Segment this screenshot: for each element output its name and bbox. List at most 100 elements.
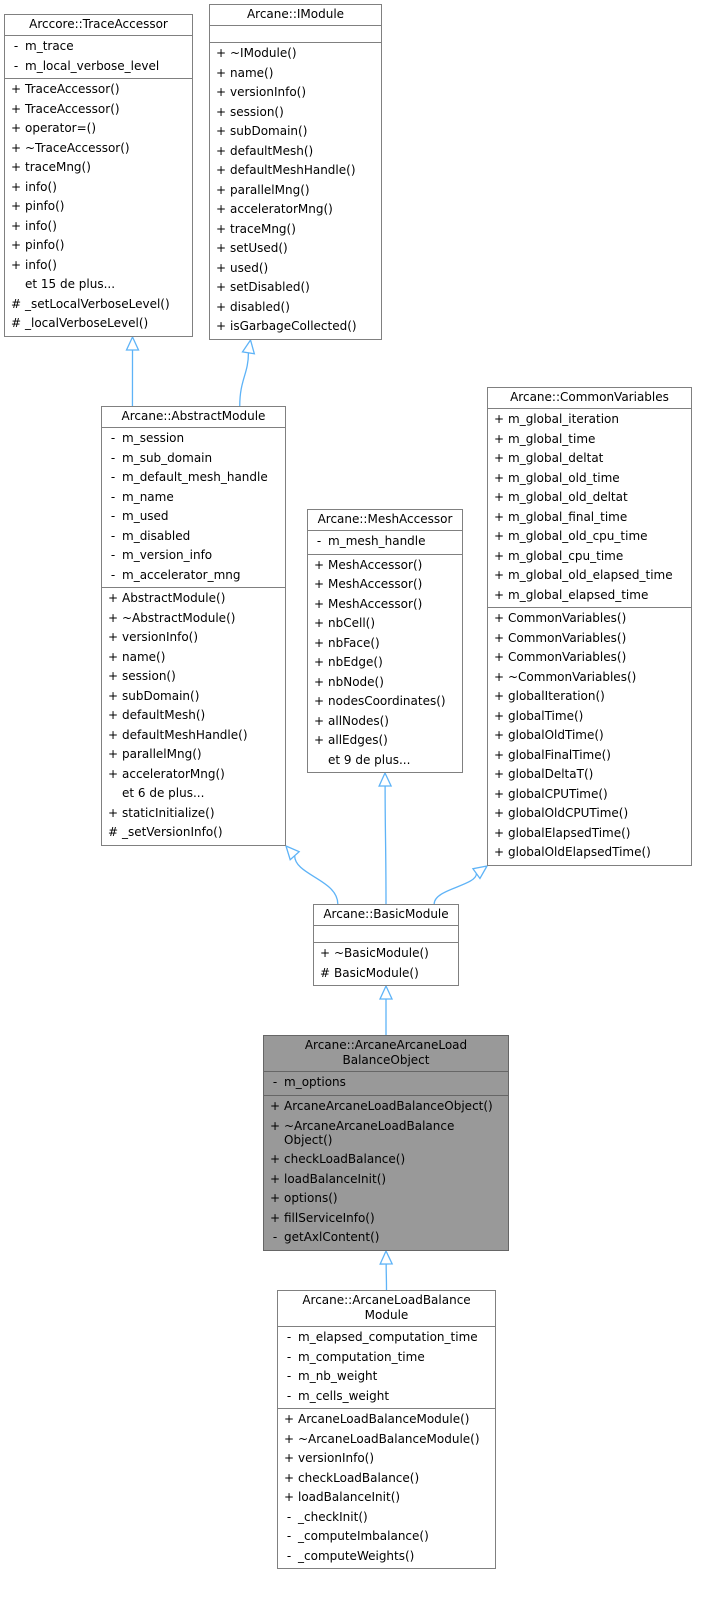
method-row[interactable]: + setUsed() bbox=[210, 239, 381, 259]
method-row[interactable]: + disabled() bbox=[210, 298, 381, 318]
method-row[interactable]: + globalTime() bbox=[488, 707, 691, 727]
method-row[interactable]: + MeshAccessor() bbox=[308, 595, 462, 615]
attribute-row[interactable]: - m_default_mesh_handle bbox=[102, 468, 285, 488]
method-row[interactable]: + globalOldTime() bbox=[488, 726, 691, 746]
method-row[interactable]: # BasicModule() bbox=[314, 964, 458, 984]
method-row[interactable]: + globalOldElapsedTime() bbox=[488, 843, 691, 863]
attribute-row[interactable]: - m_mesh_handle bbox=[308, 532, 462, 552]
method-row[interactable]: + pinfo() bbox=[5, 197, 192, 217]
method-row[interactable]: et 6 de plus... bbox=[102, 784, 285, 804]
method-row[interactable]: + globalIteration() bbox=[488, 687, 691, 707]
class-title[interactable]: Arccore::TraceAccessor bbox=[5, 15, 192, 36]
method-row[interactable]: + defaultMesh() bbox=[102, 706, 285, 726]
method-row[interactable]: + MeshAccessor() bbox=[308, 556, 462, 576]
class-basic-module[interactable]: Arcane::BasicModule+ ~BasicModule() # Basic… bbox=[313, 904, 459, 986]
class-title[interactable]: Arcane::MeshAccessor bbox=[308, 510, 462, 531]
method-row[interactable]: + session() bbox=[210, 103, 381, 123]
method-row[interactable]: + acceleratorMng() bbox=[102, 765, 285, 785]
method-row[interactable]: + allEdges() bbox=[308, 731, 462, 751]
attribute-row[interactable]: + m_global_final_time bbox=[488, 508, 691, 528]
attribute-row[interactable]: + m_global_old_elapsed_time bbox=[488, 566, 691, 586]
attribute-row[interactable]: - m_elapsed_computation_time bbox=[278, 1328, 495, 1348]
method-row[interactable]: + isGarbageCollected() bbox=[210, 317, 381, 337]
method-row[interactable]: + ArcaneArcaneLoadBalanceObject() bbox=[264, 1097, 508, 1117]
class-title[interactable]: Arcane::BasicModule bbox=[314, 905, 458, 926]
attribute-row[interactable]: - m_disabled bbox=[102, 527, 285, 547]
method-row[interactable]: + globalElapsedTime() bbox=[488, 824, 691, 844]
method-row[interactable]: - getAxlContent() bbox=[264, 1228, 508, 1248]
attribute-row[interactable]: - m_sub_domain bbox=[102, 449, 285, 469]
attribute-row[interactable]: - m_cells_weight bbox=[278, 1387, 495, 1407]
attribute-row[interactable]: + m_global_time bbox=[488, 430, 691, 450]
attribute-row[interactable]: - m_computation_time bbox=[278, 1348, 495, 1368]
class-common-variables[interactable]: Arcane::CommonVariables + m_global_iterati… bbox=[487, 387, 692, 866]
method-row[interactable]: + versionInfo() bbox=[102, 628, 285, 648]
method-row[interactable]: + globalDeltaT() bbox=[488, 765, 691, 785]
method-row[interactable]: + ~ArcaneLoadBalanceModule() bbox=[278, 1430, 495, 1450]
method-row[interactable]: + fillServiceInfo() bbox=[264, 1209, 508, 1229]
method-row[interactable]: + loadBalanceInit() bbox=[264, 1170, 508, 1190]
attribute-row[interactable]: - m_trace bbox=[5, 37, 192, 57]
class-imodule[interactable]: Arcane::IModule + ~IModule() + name() + versio… bbox=[209, 4, 382, 340]
method-row[interactable]: + options() bbox=[264, 1189, 508, 1209]
method-row[interactable]: + acceleratorMng() bbox=[210, 200, 381, 220]
attribute-row[interactable]: + m_global_elapsed_time bbox=[488, 586, 691, 606]
method-row[interactable]: + CommonVariables() bbox=[488, 609, 691, 629]
method-row[interactable]: + versionInfo() bbox=[278, 1449, 495, 1469]
class-trace-accessor[interactable]: Arccore::TraceAccessor - m_trace - m_local_v… bbox=[4, 14, 193, 337]
method-row[interactable]: + pinfo() bbox=[5, 236, 192, 256]
method-row[interactable]: + TraceAccessor() bbox=[5, 100, 192, 120]
method-row[interactable]: et 9 de plus... bbox=[308, 751, 462, 771]
class-title[interactable]: Arcane::ArcaneArcaneLoad BalanceObject bbox=[264, 1036, 508, 1072]
method-row[interactable]: + parallelMng() bbox=[210, 181, 381, 201]
method-row[interactable]: + ~AbstractModule() bbox=[102, 609, 285, 629]
method-row[interactable]: + allNodes() bbox=[308, 712, 462, 732]
attribute-row[interactable]: - m_used bbox=[102, 507, 285, 527]
method-row[interactable]: + used() bbox=[210, 259, 381, 279]
method-row[interactable]: + ~CommonVariables() bbox=[488, 668, 691, 688]
method-row[interactable]: + CommonVariables() bbox=[488, 629, 691, 649]
method-row[interactable]: + nbFace() bbox=[308, 634, 462, 654]
method-row[interactable]: + ArcaneLoadBalanceModule() bbox=[278, 1410, 495, 1430]
method-row[interactable]: + defaultMesh() bbox=[210, 142, 381, 162]
method-row[interactable]: + ~TraceAccessor() bbox=[5, 139, 192, 159]
method-row[interactable]: + defaultMeshHandle() bbox=[210, 161, 381, 181]
method-row[interactable]: + nbCell() bbox=[308, 614, 462, 634]
attribute-row[interactable]: - m_options bbox=[264, 1073, 508, 1093]
method-row[interactable]: + ~BasicModule() bbox=[314, 944, 458, 964]
method-row[interactable]: + globalCPUTime() bbox=[488, 785, 691, 805]
method-row[interactable]: + traceMng() bbox=[210, 220, 381, 240]
method-row[interactable]: + loadBalanceInit() bbox=[278, 1488, 495, 1508]
method-row[interactable]: + setDisabled() bbox=[210, 278, 381, 298]
method-row[interactable]: - _computeWeights() bbox=[278, 1547, 495, 1567]
method-row[interactable]: # _setLocalVerboseLevel() bbox=[5, 295, 192, 315]
class-arcane-load-balance-module[interactable]: Arcane::ArcaneLoadBalance Module - m_elaps… bbox=[277, 1290, 496, 1569]
method-row[interactable]: + ~IModule() bbox=[210, 44, 381, 64]
method-row[interactable]: + info() bbox=[5, 217, 192, 237]
method-row[interactable]: + subDomain() bbox=[102, 687, 285, 707]
method-row[interactable]: + staticInitialize() bbox=[102, 804, 285, 824]
method-row[interactable]: + info() bbox=[5, 178, 192, 198]
method-row[interactable]: + globalOldCPUTime() bbox=[488, 804, 691, 824]
method-row[interactable]: + CommonVariables() bbox=[488, 648, 691, 668]
method-row[interactable]: - _computeImbalance() bbox=[278, 1527, 495, 1547]
method-row[interactable]: + checkLoadBalance() bbox=[278, 1469, 495, 1489]
method-row[interactable]: - _checkInit() bbox=[278, 1508, 495, 1528]
attribute-row[interactable]: + m_global_old_deltat bbox=[488, 488, 691, 508]
class-title[interactable]: Arcane::IModule bbox=[210, 5, 381, 26]
method-row[interactable]: et 15 de plus... bbox=[5, 275, 192, 295]
method-row[interactable]: + session() bbox=[102, 667, 285, 687]
class-title[interactable]: Arcane::ArcaneLoadBalance Module bbox=[278, 1291, 495, 1327]
method-row[interactable]: + traceMng() bbox=[5, 158, 192, 178]
method-row[interactable]: + subDomain() bbox=[210, 122, 381, 142]
class-title[interactable]: Arcane::AbstractModule bbox=[102, 407, 285, 428]
method-row[interactable]: + MeshAccessor() bbox=[308, 575, 462, 595]
attribute-row[interactable]: - m_version_info bbox=[102, 546, 285, 566]
method-row[interactable]: + checkLoadBalance() bbox=[264, 1150, 508, 1170]
method-row[interactable]: + nbNode() bbox=[308, 673, 462, 693]
method-row[interactable]: + name() bbox=[102, 648, 285, 668]
attribute-row[interactable]: - m_name bbox=[102, 488, 285, 508]
attribute-row[interactable]: - m_nb_weight bbox=[278, 1367, 495, 1387]
attribute-row[interactable]: + m_global_deltat bbox=[488, 449, 691, 469]
attribute-row[interactable]: - m_session bbox=[102, 429, 285, 449]
